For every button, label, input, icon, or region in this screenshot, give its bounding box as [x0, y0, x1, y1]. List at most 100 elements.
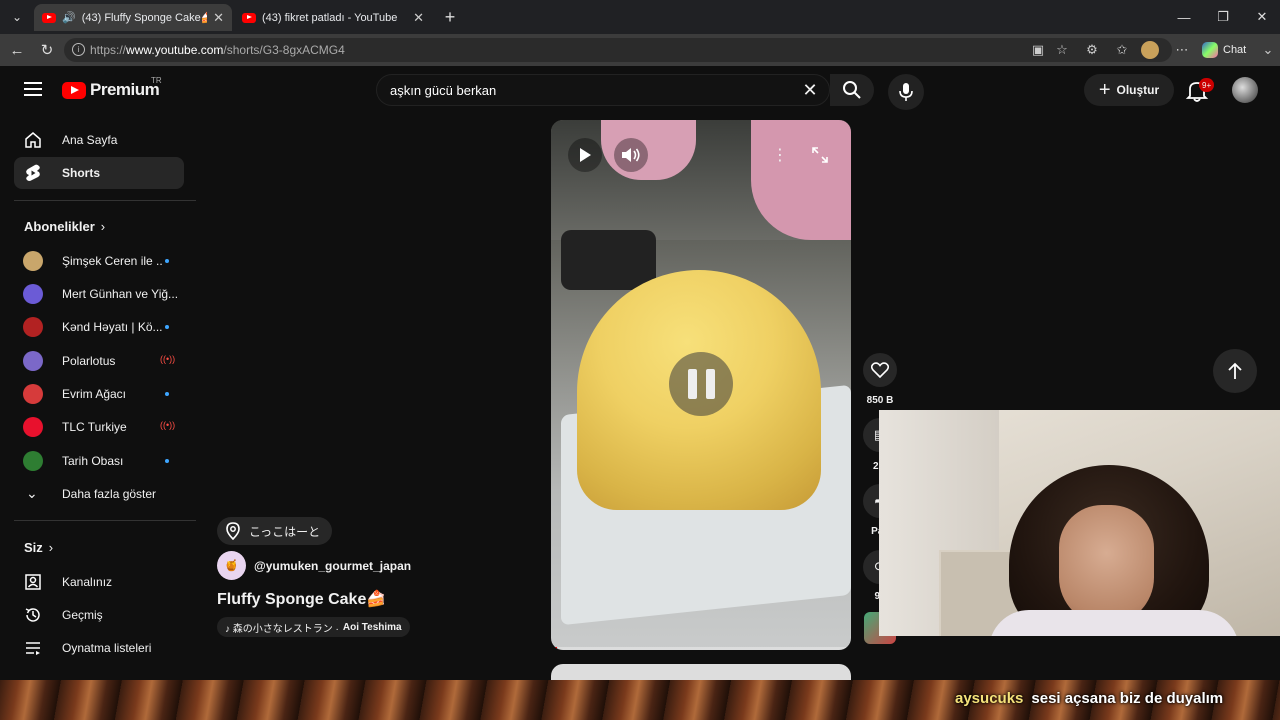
- channel-avatar: [23, 351, 43, 371]
- sidebar-toggle-chevron-icon[interactable]: ⌄: [1258, 40, 1278, 60]
- like-button[interactable]: [863, 353, 897, 387]
- more-actions-icon[interactable]: ⋮: [763, 138, 797, 172]
- copilot-chat-button[interactable]: Chat: [1202, 40, 1246, 60]
- fullscreen-button[interactable]: [803, 138, 837, 172]
- subscription-name: Evrim Ağacı: [62, 387, 127, 401]
- music-chip[interactable]: ♪ 森の小さなレストラン · Aoi Teshima: [217, 617, 410, 637]
- copilot-icon: [1202, 42, 1218, 58]
- stream-chat-message: aysucuks sesi açsana biz de duyalım: [955, 690, 1223, 707]
- youtube-favicon-icon: [242, 12, 256, 23]
- url-path: /shorts/G3-8gxACMG4: [223, 43, 345, 57]
- music-track: ♪ 森の小さなレストラン ·: [225, 623, 339, 635]
- youtube-favicon-icon: [42, 12, 56, 23]
- subscription-item[interactable]: Şimşek Ceren ile ...: [14, 245, 184, 277]
- show-more-label: Daha fazla göster: [62, 487, 157, 501]
- site-info-icon[interactable]: i: [72, 43, 85, 56]
- sidebar-item-shorts[interactable]: Shorts: [14, 157, 184, 189]
- shorts-icon: [26, 164, 40, 181]
- location-name: こっこはーと: [249, 524, 321, 539]
- tab-actions-menu-button[interactable]: ⌄: [6, 6, 28, 28]
- new-content-dot: [165, 259, 169, 263]
- browser-tab[interactable]: (43) fikret patladı - YouTube ✕: [234, 4, 432, 31]
- fullscreen-icon: [812, 147, 828, 163]
- subscription-name: TLC Turkiye: [62, 420, 127, 434]
- location-chip[interactable]: こっこはーと: [217, 517, 333, 545]
- previous-short-button[interactable]: [1213, 349, 1257, 393]
- voice-search-button[interactable]: [888, 74, 924, 110]
- favorites-icon[interactable]: ✩: [1112, 40, 1132, 60]
- favorite-star-icon[interactable]: ☆: [1052, 40, 1072, 60]
- subscription-item[interactable]: Mert Günhan ve Yiğ...: [14, 278, 184, 310]
- new-tab-button[interactable]: +: [437, 6, 463, 28]
- subscription-item[interactable]: Polarlotus ((•)): [14, 345, 184, 377]
- live-icon: ((•)): [160, 354, 176, 364]
- pause-icon[interactable]: [669, 352, 733, 416]
- location-pin-icon: [226, 522, 240, 540]
- sidebar-item-label: Shorts: [62, 166, 101, 180]
- minimize-window-button[interactable]: —: [1171, 6, 1197, 28]
- sidebar-item-your-channel[interactable]: Kanalınız: [14, 566, 184, 598]
- browser-toolbar: ← ↻ i https://www.youtube.com/shorts/G3-…: [0, 34, 1280, 66]
- guide-menu-button[interactable]: [24, 82, 42, 96]
- subscription-item[interactable]: Kənd Həyatı | Kö...: [14, 311, 184, 343]
- back-button[interactable]: ←: [5, 38, 29, 62]
- browser-tab-active[interactable]: 🔊 (43) Fluffy Sponge Cake🍰 - Y ✕: [34, 4, 232, 31]
- subscription-item[interactable]: TLC Turkiye ((•)): [14, 411, 184, 443]
- browser-tab-strip: ⌄ 🔊 (43) Fluffy Sponge Cake🍰 - Y ✕ (43) …: [0, 0, 1280, 34]
- arrow-up-icon: [1228, 362, 1242, 379]
- subscription-name: Tarih Obası: [62, 454, 124, 468]
- tab-audio-icon[interactable]: 🔊: [62, 11, 76, 24]
- channel-handle[interactable]: @yumuken_gourmet_japan: [254, 559, 411, 573]
- volume-button[interactable]: [614, 138, 648, 172]
- live-icon: ((•)): [160, 420, 176, 430]
- logo-text: Premium: [90, 80, 160, 99]
- tab-title: (43) Fluffy Sponge Cake🍰 - Y: [81, 12, 207, 24]
- country-code: TR: [151, 76, 162, 85]
- sidebar-item-playlists[interactable]: Oynatma listeleri: [14, 632, 184, 664]
- you-heading[interactable]: Siz ›: [24, 540, 53, 555]
- url-prefix: https://: [90, 43, 127, 57]
- channel-icon: [25, 574, 41, 590]
- channel-avatar: [23, 284, 43, 304]
- tab-close-icon[interactable]: ✕: [413, 10, 424, 26]
- short-channel[interactable]: 🍯 @yumuken_gourmet_japan: [217, 551, 411, 580]
- playlists-icon: [26, 642, 40, 655]
- split-screen-icon[interactable]: ▣: [1028, 40, 1048, 60]
- sidebar-item-history[interactable]: Geçmiş: [14, 599, 184, 631]
- sidebar-item-label: Ana Sayfa: [62, 133, 118, 147]
- extensions-icon[interactable]: ⚙: [1082, 40, 1102, 60]
- channel-avatar[interactable]: 🍯: [217, 551, 246, 580]
- chat-label: Chat: [1223, 44, 1247, 56]
- address-bar[interactable]: i https://www.youtube.com/shorts/G3-8gxA…: [64, 38, 1172, 62]
- search-icon: [843, 81, 861, 99]
- account-avatar[interactable]: [1232, 77, 1258, 103]
- channel-avatar: [23, 417, 43, 437]
- tab-close-icon[interactable]: ✕: [213, 10, 224, 26]
- shorts-video-player[interactable]: ⋮: [551, 120, 851, 650]
- subscriptions-heading[interactable]: Abonelikler ›: [24, 219, 105, 234]
- search-input[interactable]: aşkın gücü berkan: [376, 74, 830, 106]
- create-button[interactable]: + Oluştur: [1084, 74, 1174, 106]
- music-artist: Aoi Teshima: [342, 621, 402, 633]
- reload-button[interactable]: ↻: [35, 38, 59, 62]
- new-content-dot: [165, 392, 169, 396]
- chat-text: sesi açsana biz de duyalım: [1031, 690, 1224, 707]
- profile-avatar-icon[interactable]: [1140, 40, 1160, 60]
- search-button[interactable]: [830, 74, 874, 106]
- play-button[interactable]: [568, 138, 602, 172]
- sidebar-item-label: Kanalınız: [62, 575, 113, 589]
- channel-avatar: [23, 451, 43, 471]
- show-more-button[interactable]: ⌄ Daha fazla göster: [14, 478, 184, 510]
- sidebar-divider: [14, 520, 196, 521]
- clear-search-icon[interactable]: ✕: [800, 80, 820, 100]
- subscription-item[interactable]: Evrim Ağacı: [14, 378, 184, 410]
- subscription-item[interactable]: Tarih Obası: [14, 445, 184, 477]
- more-options-icon[interactable]: ⋯: [1172, 40, 1192, 60]
- video-progress-bar[interactable]: [551, 647, 851, 650]
- restore-window-button[interactable]: ❐: [1210, 6, 1236, 28]
- youtube-premium-logo[interactable]: Premium TR: [62, 76, 162, 100]
- notification-count-badge: 9+: [1199, 78, 1215, 92]
- chevron-down-icon: ⌄: [26, 485, 38, 501]
- sidebar-item-home[interactable]: Ana Sayfa: [14, 124, 184, 156]
- close-window-button[interactable]: ✕: [1249, 6, 1275, 28]
